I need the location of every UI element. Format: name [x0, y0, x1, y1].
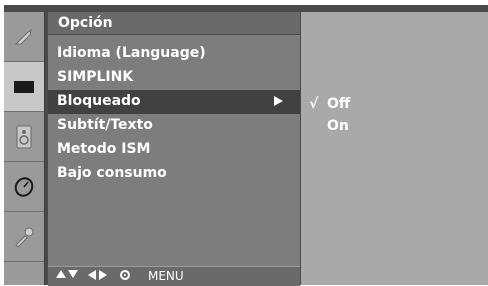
option-menu: Opción Idioma (Language) SIMPLINK Bloque…: [48, 12, 300, 286]
menu-item-language[interactable]: Idioma (Language): [48, 42, 300, 66]
screen-icon: [14, 80, 34, 93]
category-option[interactable]: [4, 212, 44, 262]
clock-icon: [14, 176, 34, 197]
menu-hint-label: MENU: [148, 269, 184, 283]
menu-item-label: Subtít/Texto: [57, 117, 153, 133]
up-arrow-icon: [56, 270, 66, 278]
submenu-arrow-icon: [274, 96, 283, 106]
submenu-option-label: On: [327, 118, 349, 134]
menu-item-lock[interactable]: Bloqueado: [48, 90, 300, 114]
right-arrow-icon: [99, 270, 107, 280]
lock-submenu: √ Off On: [301, 12, 488, 285]
menu-item-label: Bajo consumo: [57, 165, 167, 181]
menu-item-label: Idioma (Language): [57, 45, 206, 61]
category-time[interactable]: [4, 162, 44, 212]
menu-item-subtitle[interactable]: Subtít/Texto: [48, 114, 300, 138]
menu-item-label: Bloqueado: [57, 93, 141, 109]
ok-button-icon: [120, 270, 130, 280]
left-arrow-icon: [88, 270, 96, 280]
menu-item-label: Metodo ISM: [57, 141, 151, 157]
menu-item-power-saving[interactable]: Bajo consumo: [48, 162, 300, 186]
submenu-option-label: Off: [327, 96, 351, 112]
navigation-hint-bar: MENU: [48, 266, 300, 286]
category-audio[interactable]: [4, 112, 44, 162]
menu-item-label: SIMPLINK: [57, 69, 134, 85]
picture-icon: [14, 28, 32, 44]
category-picture[interactable]: [4, 12, 44, 62]
tools-icon: [15, 227, 34, 248]
category-icon-column: [4, 12, 45, 285]
down-arrow-icon: [68, 270, 78, 278]
menu-item-simplink[interactable]: SIMPLINK: [48, 66, 300, 90]
menu-item-ism[interactable]: Metodo ISM: [48, 138, 300, 162]
menu-title: Opción: [58, 15, 113, 31]
checkmark-icon: √: [309, 96, 319, 112]
speaker-icon: [16, 125, 32, 148]
category-screen[interactable]: [4, 62, 44, 112]
menu-title-bar: Opción: [48, 12, 300, 35]
